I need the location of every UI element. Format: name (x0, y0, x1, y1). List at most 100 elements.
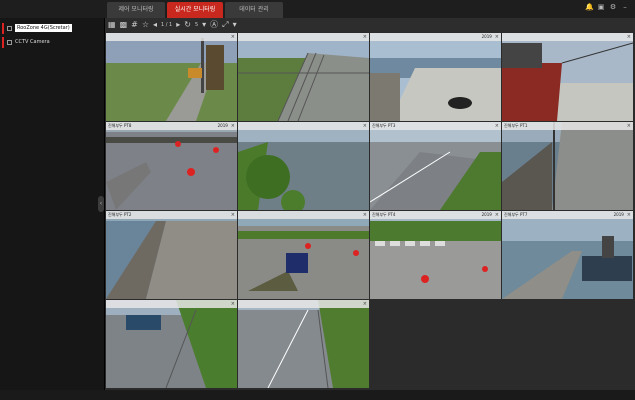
camera-name: 진해부두 PT3 (372, 123, 396, 128)
camera-tile[interactable]: × (106, 33, 237, 121)
camera-title-bar: 진해부두 PT7 2019 × (502, 211, 633, 219)
sidebar-item-label: CCTV Camera (15, 39, 50, 45)
next-page-icon[interactable]: ▸ (176, 19, 180, 31)
camera-tile[interactable]: × (238, 33, 369, 121)
camera-title-bar: × (238, 211, 369, 219)
camera-tile[interactable]: 진해부두 PT4 2019 × (370, 211, 501, 299)
checkbox[interactable] (7, 39, 12, 45)
camera-title-bar: 진해부두 PT3 × (370, 122, 501, 130)
close-icon[interactable]: × (363, 123, 367, 129)
camera-feed (502, 122, 633, 210)
fullscreen-icon[interactable]: ⤢ (222, 19, 228, 31)
camera-tile[interactable]: × (502, 33, 633, 121)
camera-timestamp: 2019 (613, 212, 624, 217)
camera-tile[interactable]: 진해부두 PT1 × (502, 122, 633, 210)
grid-4x4-icon[interactable]: ▩ (120, 19, 128, 31)
close-icon[interactable]: × (363, 34, 367, 40)
tab-data-management[interactable]: 데이터 관리 (225, 2, 283, 18)
bell-icon[interactable]: 🔔 (585, 3, 594, 11)
camera-tile[interactable]: × (238, 122, 369, 210)
camera-feed (238, 122, 369, 210)
close-icon[interactable]: × (363, 301, 367, 307)
camera-tile[interactable]: × (238, 211, 369, 299)
camera-feed (238, 300, 369, 388)
camera-tile[interactable]: 진해부두 PT3 × (370, 122, 501, 210)
collapse-sidebar-handle[interactable]: ‹ (98, 196, 104, 212)
camera-title-bar: × (238, 33, 369, 41)
close-icon[interactable]: × (495, 34, 499, 40)
camera-name: 진해부두 PT7 (504, 212, 528, 217)
camera-feed (106, 211, 237, 299)
more-icon[interactable]: ▾ (233, 19, 237, 31)
close-icon[interactable]: × (231, 301, 235, 307)
refresh-icon[interactable]: ↻ (184, 19, 191, 31)
close-icon[interactable]: × (231, 123, 235, 129)
camera-tile[interactable]: 2019 × (370, 33, 501, 121)
counter-value: 5 (194, 22, 199, 28)
prev-page-icon[interactable]: ◂ (153, 19, 157, 31)
camera-feed (106, 33, 237, 121)
tab-realtime-monitoring[interactable]: 실시간 모니터링 (167, 2, 223, 18)
camera-name: 진해부두 PT4 (372, 212, 396, 217)
camera-title-bar: 진해부두 PT2 × (106, 211, 237, 219)
camera-title-bar: × (106, 33, 237, 41)
camera-name: 진해부두 PT2 (108, 212, 132, 217)
tab-control-monitoring[interactable]: 제어 모니터링 (107, 2, 165, 18)
close-icon[interactable]: × (363, 212, 367, 218)
camera-title-bar: 2019 × (370, 33, 501, 41)
camera-tile[interactable]: × (106, 300, 237, 388)
minimize-icon[interactable]: – (621, 3, 629, 11)
monitor-icon[interactable]: ▣ (597, 3, 605, 11)
camera-feed (106, 122, 237, 210)
device-tree-sidebar: RooZone 4G(Scretar) CCTV Camera (0, 18, 105, 390)
close-icon[interactable]: × (495, 212, 499, 218)
layout-toolbar: ▦ ▩ # ☆ ◂ 1 / 1 ▸ ↻ 5 ▾ Ⓐ ⤢ ▾ (105, 18, 635, 32)
gear-icon[interactable]: ⚙ (609, 3, 617, 11)
camera-feed (370, 211, 501, 299)
top-bar: 제어 모니터링 실시간 모니터링 데이터 관리 🔔 ▣ ⚙ – (0, 0, 635, 18)
selection-marker (2, 22, 4, 34)
grid-layout-icon[interactable]: ▦ (108, 19, 116, 31)
camera-feed (370, 33, 501, 121)
camera-title-bar: × (238, 300, 369, 308)
status-bar (0, 390, 635, 400)
close-icon[interactable]: × (627, 34, 631, 40)
camera-name: 진해부두 PT8 (108, 123, 132, 128)
camera-tile[interactable]: × (238, 300, 369, 388)
camera-title-bar: × (238, 122, 369, 130)
camera-timestamp: 2019 (217, 123, 228, 128)
camera-title-bar: 진해부두 PT1 × (502, 122, 633, 130)
selection-marker (2, 36, 4, 48)
grid-3x3-icon[interactable]: # (131, 19, 138, 31)
camera-tile[interactable]: 진해부두 PT7 2019 × (502, 211, 633, 299)
camera-timestamp: 2019 (481, 34, 492, 39)
auto-rotate-icon[interactable]: Ⓐ (210, 19, 218, 31)
camera-feed (502, 211, 633, 299)
camera-title-bar: 진해부두 PT8 2019 × (106, 122, 237, 130)
close-icon[interactable]: × (627, 123, 631, 129)
camera-tile[interactable]: 진해부두 PT8 2019 × (106, 122, 237, 210)
checkbox[interactable] (7, 25, 12, 31)
dropdown-icon[interactable]: ▾ (202, 19, 206, 31)
page-indicator: 1 / 1 (161, 22, 173, 28)
sidebar-item-cctv-camera[interactable]: CCTV Camera (2, 36, 104, 48)
camera-title-bar: × (106, 300, 237, 308)
camera-timestamp: 2019 (481, 212, 492, 217)
camera-feed (106, 300, 237, 388)
camera-grid: × × 2019 × × 진해부두 PT8 2019 × × 진해부두 PT3 × 진해부두 PT1 ×… (106, 33, 634, 390)
camera-title-bar: 진해부두 PT4 2019 × (370, 211, 501, 219)
sidebar-item-label: RooZone 4G(Scretar) (15, 24, 72, 32)
camera-feed (238, 33, 369, 121)
camera-feed (502, 33, 633, 121)
camera-feed (238, 211, 369, 299)
camera-name: 진해부두 PT1 (504, 123, 528, 128)
camera-tile[interactable]: 진해부두 PT2 × (106, 211, 237, 299)
camera-feed (370, 122, 501, 210)
sidebar-item-roozone[interactable]: RooZone 4G(Scretar) (2, 22, 104, 34)
favorite-star-icon[interactable]: ☆ (142, 19, 149, 31)
close-icon[interactable]: × (231, 34, 235, 40)
camera-title-bar: × (502, 33, 633, 41)
close-icon[interactable]: × (231, 212, 235, 218)
close-icon[interactable]: × (495, 123, 499, 129)
close-icon[interactable]: × (627, 212, 631, 218)
